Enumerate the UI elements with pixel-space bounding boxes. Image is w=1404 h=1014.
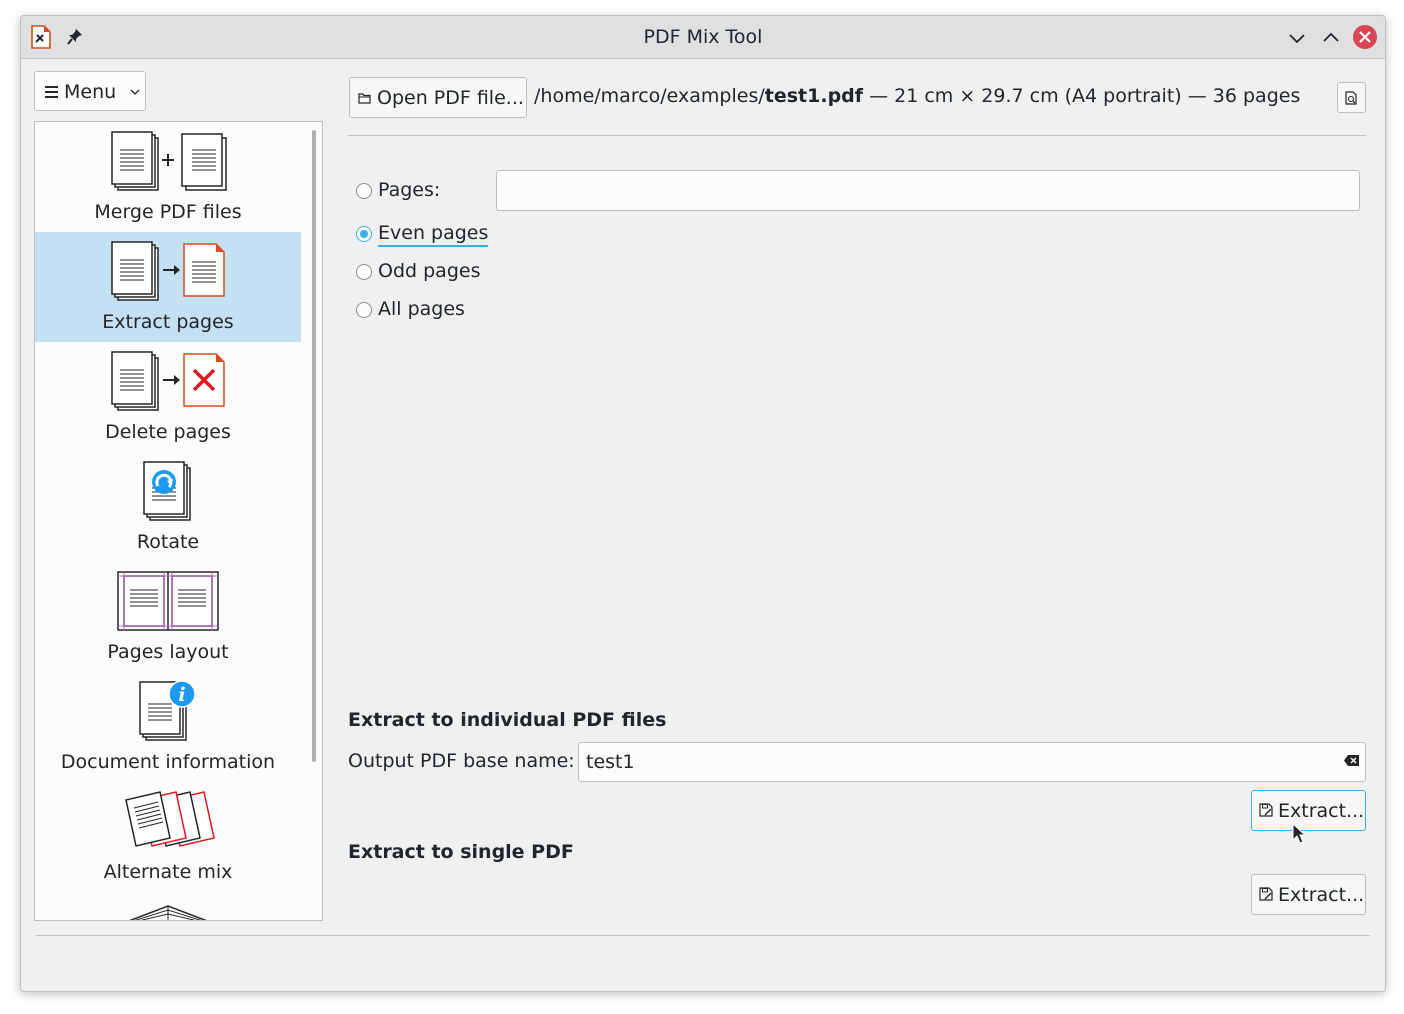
sidebar-item-label: Delete pages (105, 421, 231, 443)
sidebar-item-label: Document information (60, 751, 276, 773)
pages-layout-icon (117, 571, 219, 631)
sidebar-scrollbar[interactable] (312, 130, 316, 762)
chevron-down-icon[interactable] (1285, 26, 1309, 50)
save-as-icon (1259, 803, 1273, 817)
extract-individual-button[interactable]: Extract... (1251, 790, 1366, 831)
sidebar-item-extract-pages[interactable]: Extract pages (35, 232, 301, 342)
file-path: /home/marco/examples/ (534, 85, 765, 107)
pages-input[interactable] (496, 170, 1360, 211)
mouse-cursor-icon (1292, 823, 1306, 844)
delete-pages-icon (111, 351, 225, 411)
pages-label: Pages: (378, 179, 441, 201)
sidebar-item-label: Merge PDF files (94, 201, 242, 223)
file-details: — 21 cm × 29.7 cm (A4 portrait) — 36 pag… (863, 85, 1301, 107)
even-pages-label[interactable]: Even pages (378, 222, 489, 247)
window-title: PDF Mix Tool (643, 26, 763, 48)
svg-text:i: i (178, 684, 185, 706)
all-pages-label[interactable]: All pages (378, 298, 465, 320)
rotate-icon (143, 461, 191, 521)
document-info-button[interactable] (1337, 82, 1366, 113)
pages-radio[interactable] (356, 183, 372, 199)
status-bar-divider (36, 935, 1370, 936)
output-base-name-label: Output PDF base name: (348, 750, 575, 772)
odd-pages-label[interactable]: Odd pages (378, 260, 480, 282)
clear-text-icon[interactable] (1343, 754, 1360, 767)
open-pdf-file-label: Open PDF file... (377, 87, 524, 109)
document-info-icon (1345, 91, 1357, 105)
alternate-mix-icon (125, 791, 215, 847)
sidebar-item-delete-pages[interactable]: Delete pages (35, 342, 301, 452)
single-section-title: Extract to single PDF (348, 841, 574, 863)
hamburger-icon (45, 86, 58, 98)
all-pages-radio[interactable] (356, 302, 372, 318)
sidebar-item-alternate-mix[interactable]: Alternate mix (35, 782, 301, 892)
chevron-up-icon[interactable] (1319, 26, 1343, 50)
file-info: /home/marco/examples/test1.pdf — 21 cm ×… (534, 85, 1300, 107)
even-pages-radio[interactable] (356, 226, 372, 242)
sidebar-item-pages-layout[interactable]: Pages layout (35, 562, 301, 672)
header-divider (348, 135, 1366, 136)
extract-single-button[interactable]: Extract... (1251, 874, 1366, 915)
sidebar-item-label: Extract pages (102, 311, 234, 333)
chevron-down-icon (130, 89, 140, 95)
sidebar: Merge PDF files Extract pages Delete pag… (34, 121, 323, 921)
sidebar-item-label: Alternate mix (103, 861, 233, 883)
extract-individual-label: Extract... (1278, 800, 1365, 822)
output-base-name-field[interactable]: test1 (578, 742, 1366, 782)
individual-section-title: Extract to individual PDF files (348, 709, 667, 731)
extract-pages-icon (111, 241, 225, 301)
app-window: PDF Mix Tool Menu Merge PDF files Extrac… (20, 15, 1386, 992)
save-as-icon (1259, 887, 1273, 901)
menu-label: Menu (64, 81, 117, 103)
close-icon (1359, 31, 1371, 43)
sidebar-item-merge-pdf-files[interactable]: Merge PDF files (35, 122, 301, 232)
document-information-icon: i (139, 680, 196, 741)
file-name: test1.pdf (764, 85, 864, 107)
merge-pdf-icon (111, 131, 227, 191)
open-pdf-file-button[interactable]: Open PDF file... (349, 77, 527, 118)
sidebar-item-label: Rotate (136, 531, 200, 553)
folder-open-icon (358, 93, 371, 104)
close-button[interactable] (1353, 25, 1377, 49)
sidebar-item-document-information[interactable]: i Document information (35, 672, 301, 782)
extract-single-label: Extract... (1278, 884, 1365, 906)
output-base-name-value: test1 (586, 751, 635, 773)
menu-button[interactable]: Menu (34, 71, 146, 111)
title-bar: PDF Mix Tool (21, 16, 1385, 59)
sidebar-item-rotate[interactable]: Rotate (35, 452, 301, 562)
booklet-icon (129, 905, 207, 920)
odd-pages-radio[interactable] (356, 264, 372, 280)
sidebar-item-label: Pages layout (107, 641, 229, 663)
